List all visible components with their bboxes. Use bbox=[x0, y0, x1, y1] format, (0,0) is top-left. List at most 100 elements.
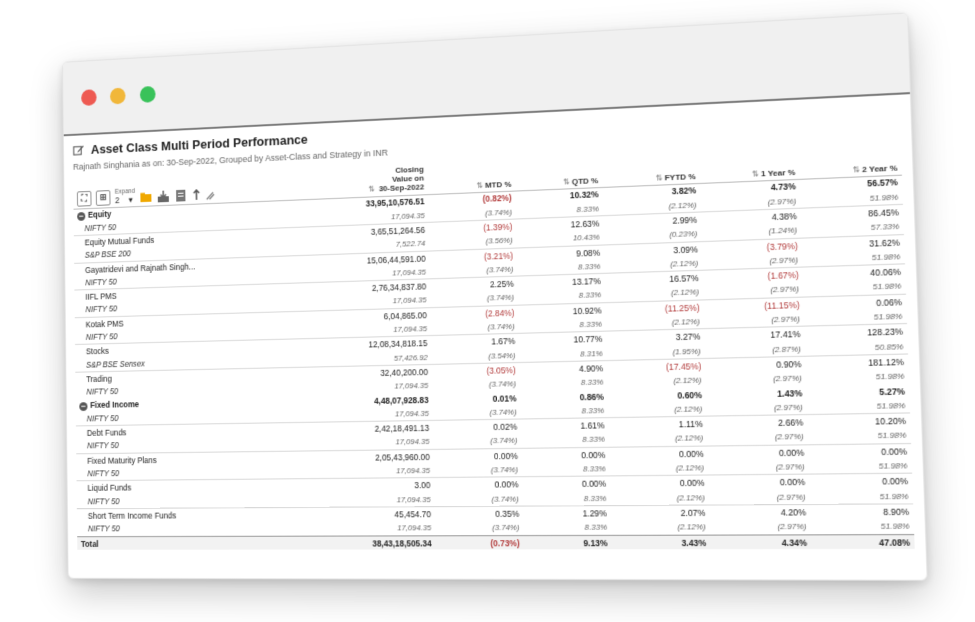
col-fytd[interactable]: ⇅ FYTD % bbox=[602, 146, 701, 187]
sort-icon: ⇅ bbox=[656, 173, 663, 182]
cell-mtd: (0.73%) bbox=[435, 535, 524, 550]
cell-fytd: (2.12%) bbox=[611, 520, 710, 535]
cell-mtd: (3.74%) bbox=[433, 405, 521, 421]
row-label-text: Kotak PMS bbox=[86, 319, 124, 330]
cell-fytd: 0.00% bbox=[610, 475, 709, 491]
cell-fytd: 0.00% bbox=[609, 446, 708, 462]
cell-qtd: 8.33% bbox=[522, 462, 610, 477]
cell-qtd: 8.33% bbox=[523, 520, 611, 535]
cell-y1: (2.97%) bbox=[710, 519, 811, 534]
row-label-text: Stocks bbox=[86, 346, 109, 356]
row-label-text: NIFTY 50 bbox=[85, 223, 117, 233]
collapse-all-icon[interactable]: ⊞ bbox=[96, 190, 111, 206]
cell-qtd: 0.00% bbox=[522, 447, 610, 463]
expand-level-select[interactable]: Expand 2 ▾ bbox=[115, 189, 135, 205]
export-icon[interactable] bbox=[157, 189, 170, 203]
col-2-year[interactable]: ⇅ 2 Year % bbox=[799, 137, 902, 179]
row-label-text: NIFTY 50 bbox=[85, 305, 117, 315]
cell-qtd: 1.29% bbox=[523, 506, 611, 521]
row-label-text: Equity bbox=[88, 209, 111, 219]
cell-mtd: 0.00% bbox=[434, 477, 522, 492]
row-label-text: NIFTY 50 bbox=[86, 387, 118, 396]
row-label-text: NIFTY 50 bbox=[87, 442, 119, 451]
cell-y1: (2.97%) bbox=[707, 430, 808, 446]
cell-y2: 51.98% bbox=[809, 458, 912, 474]
cell-y1: 0.00% bbox=[708, 445, 809, 461]
row-label: Total bbox=[77, 536, 289, 550]
cell-value: 17,094.35 bbox=[287, 464, 434, 480]
row-label-text: NIFTY 50 bbox=[85, 278, 117, 288]
cell-mtd: (3.74%) bbox=[434, 463, 522, 478]
row-label-text: Debt Funds bbox=[87, 428, 127, 438]
row-label-text: Fixed Maturity Plans bbox=[87, 455, 157, 465]
cell-y2: 51.98% bbox=[810, 489, 914, 505]
cell-value: 38,43,18,505.34 bbox=[289, 535, 436, 550]
pdf-icon[interactable] bbox=[174, 188, 187, 202]
close-window-button[interactable] bbox=[81, 89, 96, 106]
cell-mtd: 0.00% bbox=[434, 448, 522, 463]
cell-qtd: 1.61% bbox=[521, 418, 609, 434]
arrow-up-icon[interactable] bbox=[192, 188, 201, 202]
cell-value: 45,454.70 bbox=[288, 507, 435, 522]
cell-value: 17,094.35 bbox=[288, 521, 435, 536]
row-label-text: NIFTY 50 bbox=[88, 497, 120, 506]
cell-qtd: 0.86% bbox=[520, 389, 608, 405]
cell-fytd: 2.07% bbox=[611, 505, 710, 520]
collapse-group-icon[interactable]: − bbox=[79, 402, 87, 411]
cell-mtd: (3.74%) bbox=[435, 521, 524, 536]
cell-fytd: 1.11% bbox=[608, 416, 707, 432]
sort-icon: ⇅ bbox=[368, 185, 375, 194]
cell-mtd: (3.74%) bbox=[434, 492, 523, 507]
cell-y2: 47.08% bbox=[811, 534, 915, 549]
col-1-year[interactable]: ⇅ 1 Year % bbox=[699, 142, 800, 183]
col-qtd[interactable]: ⇅ QTD % bbox=[515, 151, 603, 191]
cell-y1: (2.97%) bbox=[709, 490, 810, 506]
resize-icon[interactable] bbox=[206, 187, 215, 201]
cell-qtd: 0.00% bbox=[522, 476, 610, 491]
row-label: Short Term Income Funds bbox=[77, 508, 288, 523]
expand-all-icon[interactable]: ⛶ bbox=[77, 190, 92, 206]
cell-y2: 0.00% bbox=[808, 443, 911, 459]
cell-y2: 0.00% bbox=[809, 474, 912, 490]
cell-y1: 4.20% bbox=[709, 504, 810, 519]
cell-mtd: 0.02% bbox=[433, 419, 521, 435]
cell-fytd: (2.12%) bbox=[609, 431, 708, 447]
cell-value: 2,05,43,960.00 bbox=[287, 449, 434, 465]
col-closing-value[interactable]: ⇅ Closing Value on 30-Sep-2022 bbox=[282, 159, 428, 201]
row-label: NIFTY 50 bbox=[77, 493, 288, 508]
cell-y2: 51.98% bbox=[811, 519, 915, 534]
row-label-text: S&P BSE 200 bbox=[85, 250, 131, 260]
total-row: Total 38,43,18,505.34 (0.73%) 9.13% 3.43% 4.3… bbox=[77, 534, 915, 550]
minimize-window-button[interactable] bbox=[110, 88, 126, 105]
folder-icon[interactable] bbox=[139, 190, 152, 204]
row-label-text: Liquid Funds bbox=[87, 483, 131, 493]
cell-mtd: 0.35% bbox=[435, 506, 524, 521]
cell-value: 17,094.35 bbox=[288, 492, 435, 507]
sort-icon: ⇅ bbox=[563, 177, 570, 186]
cell-qtd: 9.13% bbox=[524, 535, 612, 550]
edit-icon[interactable] bbox=[73, 143, 85, 156]
row-label-text: Short Term Income Funds bbox=[88, 511, 176, 521]
cell-y2: 8.90% bbox=[810, 504, 914, 520]
row-label-text: NIFTY 50 bbox=[88, 525, 120, 534]
cell-y2: 51.98% bbox=[807, 398, 910, 415]
cell-y1: 0.00% bbox=[708, 475, 809, 491]
row-label-text: NIFTY 50 bbox=[87, 469, 119, 478]
sort-icon: ⇅ bbox=[752, 169, 759, 179]
sort-icon: ⇅ bbox=[476, 180, 483, 189]
row-label-text: Trading bbox=[86, 374, 112, 384]
row-label-text: Total bbox=[81, 539, 99, 549]
cell-y1: (2.97%) bbox=[708, 460, 809, 476]
app-window: Asset Class Multi Period Performance Raj… bbox=[62, 12, 928, 581]
cell-fytd: (2.12%) bbox=[610, 461, 709, 477]
table-body: − Equity 33,95,10,576.51 (0.82%) 10.32% 3.82%… bbox=[74, 175, 915, 551]
maximize-window-button[interactable] bbox=[140, 86, 156, 103]
cell-qtd: 8.33% bbox=[521, 432, 609, 448]
col-mtd[interactable]: ⇅ MTD % bbox=[427, 155, 515, 194]
cell-y2: 51.98% bbox=[808, 428, 911, 444]
cell-qtd: 8.33% bbox=[523, 491, 611, 506]
collapse-group-icon[interactable]: − bbox=[77, 212, 85, 221]
cell-qtd: 8.33% bbox=[521, 403, 609, 419]
row-label-text: Equity Mutual Funds bbox=[85, 235, 155, 247]
cell-fytd: (2.12%) bbox=[608, 402, 707, 418]
